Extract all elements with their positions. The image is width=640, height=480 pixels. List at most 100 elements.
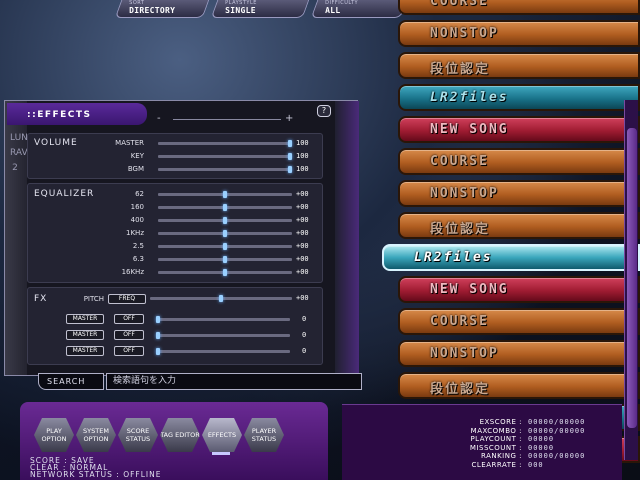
song-list-item[interactable]: NONSTOP xyxy=(398,180,640,207)
sort-value: DIRECTORY xyxy=(129,6,176,15)
active-menu-indicator xyxy=(212,452,230,455)
volume-master-slider-value: 100 xyxy=(296,139,309,147)
song-list-item-label: COURSE xyxy=(430,154,489,169)
song-list-item[interactable]: COURSE xyxy=(398,148,640,175)
playstyle-filter-tab[interactable]: PLAYSTYLE SINGLE xyxy=(210,0,310,18)
song-list-item-label: NONSTOP xyxy=(430,346,499,361)
stat-label: PLAYCOUNT : xyxy=(470,435,522,444)
song-list-item[interactable]: LR2files xyxy=(382,244,640,271)
difficulty-value: ALL xyxy=(325,6,341,15)
volume-key-slider-value: 100 xyxy=(296,152,309,160)
eq-band-slider-knob[interactable] xyxy=(223,204,227,211)
stat-value: 00000/00000 xyxy=(528,418,586,426)
volume-key-slider-track[interactable] xyxy=(158,155,292,158)
volume-master-slider-label: MASTER xyxy=(115,139,144,147)
scale-plus: + xyxy=(285,113,294,124)
volume-key-slider-knob[interactable] xyxy=(288,153,292,160)
volume-bgm-slider-track[interactable] xyxy=(158,168,292,171)
eq-band-slider-knob[interactable] xyxy=(223,256,227,263)
fx-slot-slider-value: 0 xyxy=(302,315,307,323)
fx-slot-slider-knob[interactable] xyxy=(156,348,160,355)
stat-label: EXSCORE : xyxy=(479,418,522,426)
eq-band-slider-knob[interactable] xyxy=(223,243,227,250)
song-list-item[interactable]: NEW SONG xyxy=(398,276,640,303)
panel-header: ::EFFECTS xyxy=(7,103,147,125)
menu-button-system-option[interactable]: SYSTEM OPTION xyxy=(76,418,116,452)
stat-value: 00000 xyxy=(528,435,555,444)
menu-button-tag-editor[interactable]: TAG EDITOR xyxy=(160,418,200,452)
fx-target-chip[interactable]: MASTER xyxy=(66,346,104,356)
eq-band-slider-label: 1KHz xyxy=(126,229,144,237)
eq-band-slider-knob[interactable] xyxy=(223,217,227,224)
fx-title: FX xyxy=(34,294,48,304)
fx-target-chip[interactable]: MASTER xyxy=(66,314,104,324)
fx-slot-slider-track[interactable] xyxy=(156,318,290,321)
fx-target-chip[interactable]: MASTER xyxy=(66,330,104,340)
song-list-item[interactable]: COURSE xyxy=(398,0,640,15)
fx-type-chip[interactable]: OFF xyxy=(114,330,144,340)
eq-band-slider-value: +00 xyxy=(296,190,309,198)
song-list-item-label: 段位認定 xyxy=(430,382,491,397)
song-list-item[interactable]: 段位認定 xyxy=(398,372,640,399)
fx-slot-slider-knob[interactable] xyxy=(156,332,160,339)
volume-title: VOLUME xyxy=(34,138,78,148)
fx-slot-slider-track[interactable] xyxy=(156,350,290,353)
volume-bgm-slider-label: BGM xyxy=(127,165,144,173)
volume-master-slider-knob[interactable] xyxy=(288,140,292,147)
scrollbar-thumb[interactable] xyxy=(627,128,637,428)
eq-band-slider-label: 6.3 xyxy=(132,255,144,263)
eq-band-slider-value: +00 xyxy=(296,268,309,276)
fx-slot-slider-knob[interactable] xyxy=(156,316,160,323)
eq-band-slider-knob[interactable] xyxy=(223,269,227,276)
eq-band-slider-knob[interactable] xyxy=(223,191,227,198)
song-list-scrollbar[interactable] xyxy=(624,100,638,460)
panel-side-strip: LUNATIC RAVE 2 xyxy=(5,101,48,375)
search-button[interactable]: SEARCH xyxy=(38,373,104,390)
help-button[interactable]: ? xyxy=(317,105,331,117)
song-list-item[interactable]: NONSTOP xyxy=(398,20,640,47)
song-list-item-label: 段位認定 xyxy=(430,62,491,77)
song-list-item[interactable]: NEW SONG xyxy=(398,116,640,143)
equalizer-section: EQUALIZER 62 +00 160 +00 400 +00 1KHz +00 2.5 +00… xyxy=(27,183,323,283)
song-list-item-label: 段位認定 xyxy=(430,222,491,237)
pitch-label: PITCH xyxy=(83,295,104,303)
volume-master-slider-track[interactable] xyxy=(158,142,292,145)
song-list-item-label: COURSE xyxy=(430,314,489,329)
song-list-item-label: LR2files xyxy=(414,250,493,265)
pitch-slider-knob[interactable] xyxy=(219,295,223,302)
song-list-item[interactable]: 段位認定 xyxy=(398,212,640,239)
stat-value: 00000 xyxy=(528,443,555,452)
sort-filter-tab[interactable]: SORT DIRECTORY xyxy=(114,0,210,18)
menu-button-play-option[interactable]: PLAY OPTION xyxy=(34,418,74,452)
fx-slot-slider-track[interactable] xyxy=(156,334,290,337)
playstyle-value: SINGLE xyxy=(225,6,256,15)
song-list-item[interactable]: LR2files xyxy=(398,84,640,111)
menu-button-effects[interactable]: EFFECTS xyxy=(202,418,242,452)
menu-button-player-status[interactable]: PLAYER STATUS xyxy=(244,418,284,452)
song-list-item-label: NEW SONG xyxy=(430,122,509,137)
fx-slot-slider-value: 0 xyxy=(302,331,307,339)
difficulty-filter-tab[interactable]: DIFFICULTY ALL xyxy=(310,0,408,18)
equalizer-title: EQUALIZER xyxy=(34,189,95,199)
song-list-item-label: NONSTOP xyxy=(430,186,499,201)
network-status: NETWORK STATUS : OFFLINE xyxy=(30,470,162,479)
volume-bgm-slider-value: 100 xyxy=(296,165,309,173)
eq-band-slider-label: 2.5 xyxy=(132,242,144,250)
volume-bgm-slider-knob[interactable] xyxy=(288,166,292,173)
fx-type-chip[interactable]: OFF xyxy=(114,346,144,356)
eq-band-slider-label: 62 xyxy=(135,190,144,198)
eq-band-slider-value: +00 xyxy=(296,203,309,211)
song-list-item[interactable]: COURSE xyxy=(398,308,640,335)
song-list-item[interactable]: 段位認定 xyxy=(398,52,640,79)
song-list-item[interactable]: NONSTOP xyxy=(398,340,640,367)
eq-band-slider-knob[interactable] xyxy=(223,230,227,237)
eq-band-slider-value: +00 xyxy=(296,216,309,224)
panel-side-text: LUNATIC RAVE 2 xyxy=(10,133,48,173)
song-list-item-label: COURSE xyxy=(430,0,489,9)
menu-button-score-status[interactable]: SCORE STATUS xyxy=(118,418,158,452)
fx-slot-slider-value: 0 xyxy=(302,347,307,355)
pitch-mode-chip[interactable]: FREQ xyxy=(108,294,146,304)
search-input[interactable]: 検索語句を入力 xyxy=(106,373,362,390)
fx-type-chip[interactable]: OFF xyxy=(114,314,144,324)
stat-label: MAXCOMBO : xyxy=(470,426,522,435)
